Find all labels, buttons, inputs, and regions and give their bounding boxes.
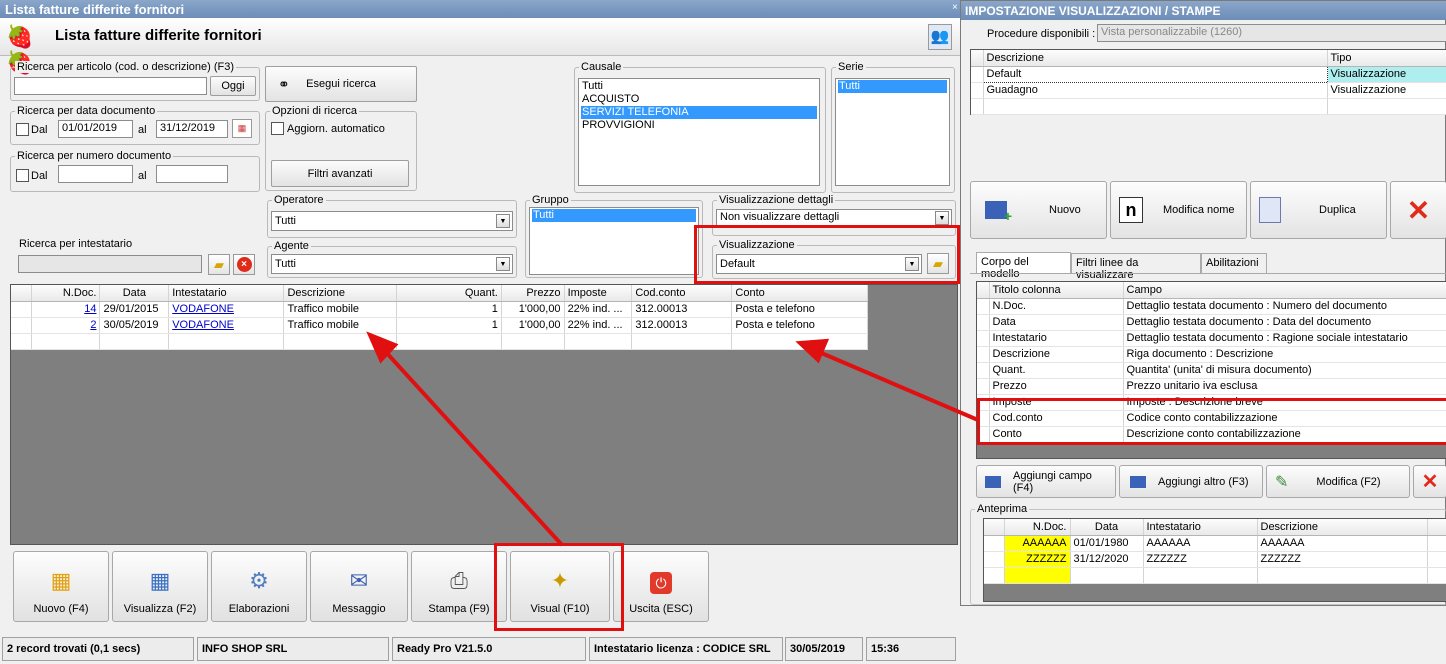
arrow-head — [795, 338, 830, 364]
arrow-to-table — [382, 348, 564, 547]
arrow-to-conto-column — [811, 347, 979, 422]
annotation-arrows — [366, 331, 979, 547]
